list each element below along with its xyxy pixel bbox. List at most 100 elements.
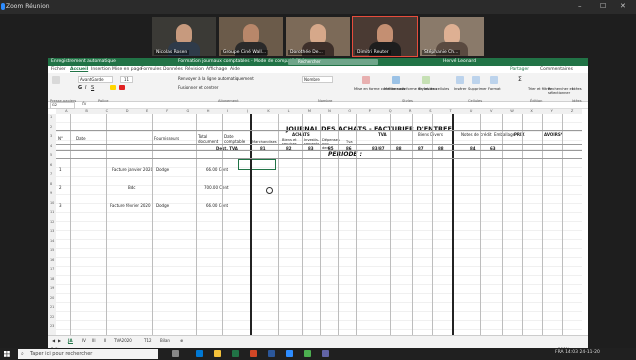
participant-tile[interactable]: Groupe Ciné Wall...	[219, 17, 283, 56]
excel-taskbar-icon[interactable]	[232, 350, 239, 357]
entry-number[interactable]: 3	[59, 203, 62, 208]
participant-tile[interactable]: Dimitri Reuter	[352, 16, 418, 57]
font-size-select[interactable]: 11	[120, 76, 134, 83]
row-header[interactable]: 6	[50, 163, 52, 167]
format-cells-icon[interactable]	[490, 76, 498, 84]
tab-scroll-right-icon[interactable]: ▶	[58, 338, 61, 343]
comments-button[interactable]: Commentaires	[540, 67, 573, 72]
taskbar-search[interactable]: ⌕ Taper ici pour rechercher	[18, 349, 158, 359]
entry-description[interactable]: Facture janvier 2020	[112, 167, 153, 172]
teams-icon[interactable]	[322, 350, 329, 357]
column-header[interactable]: M	[308, 109, 311, 113]
add-sheet-button[interactable]: ⊕	[180, 338, 183, 343]
close-button[interactable]: ✕	[620, 2, 626, 10]
clock-time[interactable]: 14:03	[565, 350, 578, 355]
sheet-tab-tva2020[interactable]: TVA2020	[114, 338, 132, 343]
column-header[interactable]: V	[490, 109, 492, 113]
conditional-format-icon[interactable]	[362, 76, 370, 84]
row-header[interactable]: 9	[50, 191, 52, 195]
sheet-tab-iv[interactable]: IV	[82, 338, 86, 343]
minimize-button[interactable]: –	[578, 2, 582, 10]
cell-grid[interactable]: JOURNAL DES ACHATS - FACTURIER D'ENTREE …	[56, 114, 582, 335]
row-header[interactable]: 11	[50, 210, 54, 214]
merge-center-button[interactable]: Fusionner et centrer	[178, 85, 218, 90]
row-header[interactable]: 15	[50, 248, 54, 252]
font-name-select[interactable]: AvantGarde	[78, 76, 113, 83]
row-header[interactable]: 8	[50, 182, 52, 186]
tab-formules[interactable]: Formules	[141, 67, 162, 72]
sheet-tab-iii[interactable]: III	[92, 338, 96, 343]
entry-amount[interactable]: 66.00 Cent	[206, 203, 228, 208]
windows-start-icon[interactable]	[4, 351, 10, 357]
row-header[interactable]: 22	[50, 315, 54, 319]
participant-tile[interactable]: Dorothée De...	[286, 17, 350, 56]
column-header[interactable]: X	[530, 109, 532, 113]
tab-insertion[interactable]: Insertion	[91, 67, 111, 72]
paste-icon[interactable]	[52, 76, 60, 84]
entry-amount[interactable]: 66.00 Cent	[206, 167, 228, 172]
column-header[interactable]: H	[207, 109, 210, 113]
powerpoint-icon[interactable]	[250, 350, 257, 357]
row-header[interactable]: 7	[50, 172, 52, 176]
row-header[interactable]: 20	[50, 296, 54, 300]
column-header[interactable]: J	[247, 109, 248, 113]
name-box[interactable]: G2	[50, 102, 75, 109]
find-select-label[interactable]: Rechercher et sélectionner	[548, 87, 588, 95]
row-header[interactable]: 23	[50, 324, 54, 328]
row-header[interactable]: 13	[50, 229, 54, 233]
ideas-label[interactable]: Idées	[572, 87, 582, 91]
number-format-select[interactable]: Nombre	[302, 76, 333, 83]
entry-amount[interactable]: 700.00 Cent	[204, 185, 229, 190]
row-header[interactable]: 16	[50, 258, 54, 262]
chrome-icon[interactable]	[304, 350, 311, 357]
wrap-text-button[interactable]: Renvoyer à la ligne automatiquement	[178, 76, 254, 81]
column-header[interactable]: A	[65, 109, 67, 113]
fill-color-icon[interactable]	[110, 85, 116, 90]
language-indicator[interactable]: FRA	[555, 350, 564, 355]
column-header[interactable]: C	[106, 109, 109, 113]
row-header[interactable]: 19	[50, 286, 54, 290]
entry-supplier[interactable]: Dodge	[156, 167, 169, 172]
cell-styles-icon[interactable]	[422, 76, 430, 84]
share-button[interactable]: Partager	[510, 67, 529, 72]
row-header[interactable]: 3	[50, 134, 52, 138]
autosum-icon[interactable]: Σ	[518, 76, 522, 83]
column-header[interactable]: I	[227, 109, 228, 113]
worksheet[interactable]: ABCDEFGHIJKLMNOPQRSTUVWXYZ 1 2 3 4 5 6 7 8 9 10 11…	[48, 109, 588, 335]
file-explorer-icon[interactable]	[214, 350, 221, 357]
participant-tile[interactable]: Nicolas Rosen	[152, 17, 216, 56]
excel-search-box[interactable]: Rechercher	[288, 59, 378, 65]
tab-accueil[interactable]: Accueil	[70, 67, 88, 72]
sheet-tab-t12[interactable]: T12	[144, 338, 152, 343]
table-format-icon[interactable]	[392, 76, 400, 84]
autosave-toggle[interactable]: Enregistrement automatique	[51, 59, 116, 64]
sheet-tab-ja[interactable]: JA	[68, 338, 73, 344]
participant-tile[interactable]: Stéphanie Ch...	[420, 17, 484, 56]
column-header[interactable]: R	[409, 109, 412, 113]
row-header[interactable]: 14	[50, 239, 54, 243]
row-header[interactable]: 1	[50, 115, 52, 119]
edge-icon[interactable]	[196, 350, 203, 357]
column-header[interactable]: F	[166, 109, 168, 113]
maximize-button[interactable]: ☐	[600, 2, 606, 10]
column-header[interactable]: P	[369, 109, 371, 113]
tab-donnees[interactable]: Données	[163, 67, 183, 72]
clock-date[interactable]: 24-11-20	[579, 350, 599, 355]
user-name[interactable]: Hervé Leonard	[443, 59, 476, 64]
row-header[interactable]: 18	[50, 277, 54, 281]
column-header[interactable]: N	[328, 109, 331, 113]
row-header[interactable]: 12	[50, 220, 54, 224]
column-header[interactable]: U	[470, 109, 473, 113]
sheet-tab-ii[interactable]: II	[104, 338, 106, 343]
selected-cell[interactable]	[238, 159, 276, 170]
column-header[interactable]: G	[187, 109, 190, 113]
font-color-icon[interactable]	[119, 85, 125, 90]
row-header[interactable]: 5	[50, 153, 52, 157]
column-header[interactable]: E	[146, 109, 148, 113]
tab-revision[interactable]: Révision	[185, 67, 204, 72]
column-header[interactable]: Z	[571, 109, 573, 113]
entry-number[interactable]: 2	[59, 185, 62, 190]
row-header[interactable]: 17	[50, 267, 54, 271]
sheet-tab-bilan[interactable]: Bilan	[160, 338, 170, 343]
tab-affichage[interactable]: Affichage	[206, 67, 227, 72]
